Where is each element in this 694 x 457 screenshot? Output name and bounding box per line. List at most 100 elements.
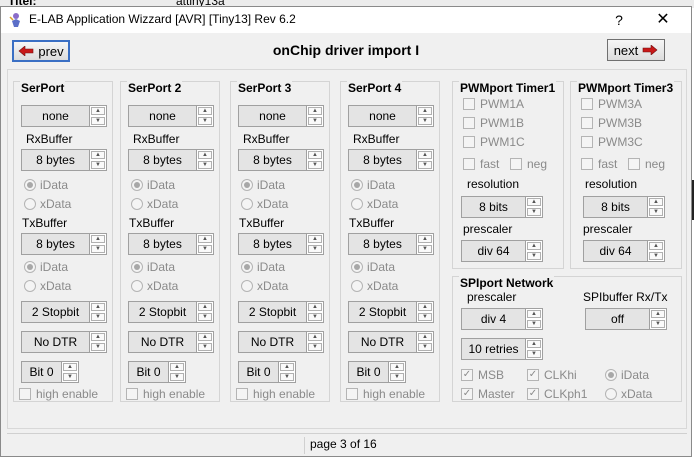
spinner-arrows[interactable]: ▲ ▼ — [90, 150, 106, 170]
arrow-up-icon[interactable]: ▲ — [308, 107, 322, 115]
arrow-down-icon[interactable]: ▼ — [418, 161, 432, 169]
tx-idata-radio[interactable]: iData — [351, 260, 395, 274]
arrow-up-icon[interactable]: ▲ — [418, 303, 432, 311]
spinner-arrows[interactable]: ▲ ▼ — [650, 309, 666, 329]
rx-xdata-radio[interactable]: xData — [24, 197, 71, 211]
arrow-down-icon[interactable]: ▼ — [91, 343, 105, 351]
high-enable-checkbox[interactable]: high enable — [236, 387, 315, 401]
spinner-arrows[interactable]: ▲ ▼ — [389, 362, 405, 382]
high-enable-checkbox[interactable]: high enable — [126, 387, 205, 401]
arrow-down-icon[interactable]: ▼ — [418, 313, 432, 321]
arrow-down-icon[interactable]: ▼ — [308, 343, 322, 351]
stopbit-spinner[interactable]: 2 Stopbit ▲ ▼ — [21, 301, 107, 323]
pwm3a-checkbox[interactable]: PWM3A — [581, 97, 642, 111]
bit-spinner[interactable]: Bit 0 ▲ ▼ — [348, 361, 406, 383]
spi-prescaler-spinner[interactable]: div 4 ▲ ▼ — [461, 308, 543, 330]
arrow-down-icon[interactable]: ▼ — [527, 320, 541, 328]
arrow-down-icon[interactable]: ▼ — [527, 208, 541, 216]
rxbuffer-spinner[interactable]: 8 bytes ▲ ▼ — [21, 149, 107, 171]
msb-checkbox[interactable]: ✓ MSB — [461, 368, 504, 382]
arrow-down-icon[interactable]: ▼ — [91, 245, 105, 253]
arrow-up-icon[interactable]: ▲ — [198, 151, 212, 159]
high-enable-checkbox[interactable]: high enable — [346, 387, 425, 401]
rx-idata-radio[interactable]: iData — [351, 178, 395, 192]
arrow-up-icon[interactable]: ▲ — [91, 151, 105, 159]
arrow-up-icon[interactable]: ▲ — [198, 107, 212, 115]
mode-spinner[interactable]: none ▲ ▼ — [238, 105, 324, 127]
spinner-arrows[interactable]: ▲ ▼ — [307, 106, 323, 126]
spinner-arrows[interactable]: ▲ ▼ — [307, 302, 323, 322]
tx-xdata-radio[interactable]: xData — [131, 279, 178, 293]
arrow-down-icon[interactable]: ▼ — [418, 343, 432, 351]
spinner-arrows[interactable]: ▲ ▼ — [417, 302, 433, 322]
help-button[interactable]: ? — [607, 9, 631, 31]
prescaler-spinner[interactable]: div 64 ▲ ▼ — [583, 240, 665, 262]
spi-idata-radio[interactable]: iData — [605, 368, 649, 382]
spinner-arrows[interactable]: ▲ ▼ — [307, 234, 323, 254]
spinner-arrows[interactable]: ▲ ▼ — [526, 339, 542, 359]
arrow-up-icon[interactable]: ▲ — [91, 107, 105, 115]
arrow-up-icon[interactable]: ▲ — [91, 333, 105, 341]
resolution-spinner[interactable]: 8 bits ▲ ▼ — [461, 196, 543, 218]
arrow-down-icon[interactable]: ▼ — [198, 117, 212, 125]
fast-checkbox[interactable]: fast — [581, 157, 617, 171]
spi-buffer-spinner[interactable]: off ▲ ▼ — [585, 308, 667, 330]
resolution-spinner[interactable]: 8 bits ▲ ▼ — [583, 196, 665, 218]
arrow-down-icon[interactable]: ▼ — [527, 252, 541, 260]
arrow-down-icon[interactable]: ▼ — [527, 350, 541, 358]
arrow-down-icon[interactable]: ▼ — [649, 252, 663, 260]
clkph1-checkbox[interactable]: ✓ CLKph1 — [527, 387, 587, 401]
spinner-arrows[interactable]: ▲ ▼ — [526, 309, 542, 329]
spinner-arrows[interactable]: ▲ ▼ — [62, 362, 78, 382]
rx-idata-radio[interactable]: iData — [24, 178, 68, 192]
rxbuffer-spinner[interactable]: 8 bytes ▲ ▼ — [238, 149, 324, 171]
rxbuffer-spinner[interactable]: 8 bytes ▲ ▼ — [348, 149, 434, 171]
spinner-arrows[interactable]: ▲ ▼ — [197, 302, 213, 322]
pwm3b-checkbox[interactable]: PWM3B — [581, 116, 642, 130]
bit-spinner[interactable]: Bit 0 ▲ ▼ — [21, 361, 79, 383]
dtr-spinner[interactable]: No DTR ▲ ▼ — [21, 331, 107, 353]
spinner-arrows[interactable]: ▲ ▼ — [279, 362, 295, 382]
arrow-up-icon[interactable]: ▲ — [308, 235, 322, 243]
arrow-up-icon[interactable]: ▲ — [63, 363, 77, 371]
bit-spinner[interactable]: Bit 0 ▲ ▼ — [238, 361, 296, 383]
arrow-up-icon[interactable]: ▲ — [198, 235, 212, 243]
spinner-arrows[interactable]: ▲ ▼ — [90, 106, 106, 126]
tx-xdata-radio[interactable]: xData — [241, 279, 288, 293]
rx-xdata-radio[interactable]: xData — [241, 197, 288, 211]
arrow-up-icon[interactable]: ▲ — [280, 363, 294, 371]
arrow-up-icon[interactable]: ▲ — [527, 198, 541, 206]
stopbit-spinner[interactable]: 2 Stopbit ▲ ▼ — [128, 301, 214, 323]
neg-checkbox[interactable]: neg — [510, 157, 547, 171]
tx-idata-radio[interactable]: iData — [241, 260, 285, 274]
arrow-up-icon[interactable]: ▲ — [308, 151, 322, 159]
tx-idata-radio[interactable]: iData — [24, 260, 68, 274]
arrow-down-icon[interactable]: ▼ — [308, 245, 322, 253]
arrow-up-icon[interactable]: ▲ — [91, 303, 105, 311]
retries-spinner[interactable]: 10 retries ▲ ▼ — [461, 338, 543, 360]
arrow-down-icon[interactable]: ▼ — [308, 313, 322, 321]
arrow-down-icon[interactable]: ▼ — [198, 343, 212, 351]
arrow-up-icon[interactable]: ▲ — [527, 340, 541, 348]
arrow-up-icon[interactable]: ▲ — [91, 235, 105, 243]
txbuffer-spinner[interactable]: 8 bytes ▲ ▼ — [128, 233, 214, 255]
arrow-down-icon[interactable]: ▼ — [308, 161, 322, 169]
rxbuffer-spinner[interactable]: 8 bytes ▲ ▼ — [128, 149, 214, 171]
spi-xdata-radio[interactable]: xData — [605, 387, 652, 401]
pwm1c-checkbox[interactable]: PWM1C — [463, 135, 525, 149]
arrow-up-icon[interactable]: ▲ — [198, 333, 212, 341]
arrow-down-icon[interactable]: ▼ — [649, 208, 663, 216]
arrow-up-icon[interactable]: ▲ — [418, 333, 432, 341]
arrow-down-icon[interactable]: ▼ — [198, 313, 212, 321]
arrow-up-icon[interactable]: ▲ — [649, 242, 663, 250]
clkhi-checkbox[interactable]: ✓ CLKhi — [527, 368, 577, 382]
spinner-arrows[interactable]: ▲ ▼ — [90, 302, 106, 322]
mode-spinner[interactable]: none ▲ ▼ — [128, 105, 214, 127]
spinner-arrows[interactable]: ▲ ▼ — [417, 106, 433, 126]
spinner-arrows[interactable]: ▲ ▼ — [197, 332, 213, 352]
high-enable-checkbox[interactable]: high enable — [19, 387, 98, 401]
arrow-up-icon[interactable]: ▲ — [418, 151, 432, 159]
spinner-arrows[interactable]: ▲ ▼ — [197, 234, 213, 254]
tx-xdata-radio[interactable]: xData — [24, 279, 71, 293]
spinner-arrows[interactable]: ▲ ▼ — [90, 234, 106, 254]
